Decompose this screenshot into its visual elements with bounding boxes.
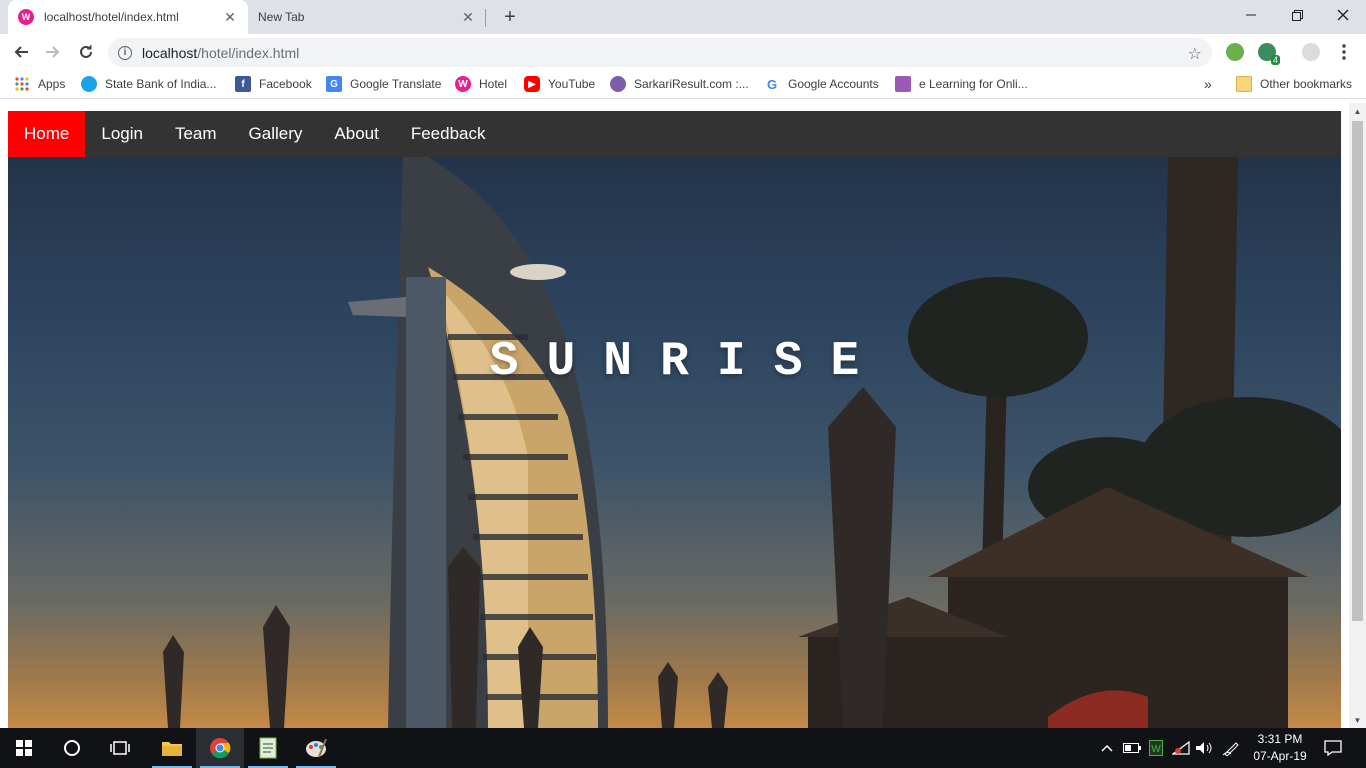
notepad-icon[interactable] xyxy=(244,728,292,768)
svg-text:W: W xyxy=(1151,744,1161,755)
other-bookmarks[interactable]: Other bookmarks xyxy=(1236,76,1352,92)
hero-background-image xyxy=(163,157,1341,728)
bookmark-label: Apps xyxy=(38,77,66,91)
bookmark-label: e Learning for Onli... xyxy=(919,77,1028,91)
page-viewport: Home Login Team Gallery About Feedback S… xyxy=(0,103,1366,728)
bookmark-label: Google Translate xyxy=(350,77,442,91)
restore-icon[interactable] xyxy=(1274,0,1320,30)
extension-badge-icon[interactable]: 4 xyxy=(1258,43,1280,65)
file-explorer-icon[interactable] xyxy=(148,728,196,768)
apps-grid-icon xyxy=(14,76,30,92)
chevron-up-icon[interactable] xyxy=(1098,728,1116,768)
extension-icon[interactable] xyxy=(1226,43,1244,61)
bookmarks-bar: Apps State Bank of India... f Facebook G… xyxy=(0,70,1366,99)
bookmark-apps[interactable]: Apps xyxy=(14,76,65,92)
tab-close-icon[interactable]: ✕ xyxy=(460,9,476,25)
bookmark-sbi[interactable]: State Bank of India... xyxy=(81,76,216,92)
menu-kebab-icon[interactable] xyxy=(1332,40,1356,64)
translate-icon: G xyxy=(326,76,342,92)
bookmark-label: Facebook xyxy=(259,77,312,91)
bookmark-label: Hotel xyxy=(479,77,508,91)
tab-title: localhost/hotel/index.html xyxy=(44,10,179,24)
url-text: localhost/hotel/index.html xyxy=(142,44,300,61)
tab-active[interactable]: W localhost/hotel/index.html ✕ xyxy=(8,0,248,34)
reload-icon[interactable] xyxy=(74,40,98,64)
browser-toolbar: i localhost/hotel/index.html ☆ 4 xyxy=(0,34,1366,70)
task-view-icon[interactable] xyxy=(96,728,144,768)
google-icon: G xyxy=(766,76,778,92)
bookmark-label: Other bookmarks xyxy=(1260,77,1353,91)
tab-title: New Tab xyxy=(258,10,305,24)
info-icon[interactable]: i xyxy=(118,45,132,60)
scroll-down-icon[interactable]: ▼ xyxy=(1349,712,1366,728)
wamp-tray-icon[interactable]: W xyxy=(1146,728,1166,768)
hero-title: SUNRISE xyxy=(489,335,888,389)
bookmark-label: SarkariResult.com :... xyxy=(634,77,749,91)
bookmark-google-accounts[interactable]: G Google Accounts xyxy=(764,76,879,92)
site-navbar: Home Login Team Gallery About Feedback xyxy=(8,111,1341,157)
bookmark-label: State Bank of India... xyxy=(105,77,217,91)
bookmark-label: Google Accounts xyxy=(788,77,879,91)
forward-arrow-icon[interactable] xyxy=(41,40,65,64)
taskbar-clock[interactable]: 3:31 PM 07-Apr-19 xyxy=(1240,731,1320,765)
bookmark-hotel[interactable]: W Hotel xyxy=(455,76,507,92)
windows-start-icon[interactable] xyxy=(0,728,48,768)
scroll-up-icon[interactable]: ▲ xyxy=(1349,103,1366,119)
pen-ink-icon[interactable] xyxy=(1220,728,1242,768)
tab-separator xyxy=(485,9,486,27)
close-window-icon[interactable] xyxy=(1320,0,1366,30)
tab-close-icon[interactable]: ✕ xyxy=(222,9,238,25)
elearning-icon xyxy=(895,76,911,92)
cortana-icon[interactable] xyxy=(48,728,96,768)
back-arrow-icon[interactable] xyxy=(9,40,33,64)
bookmark-youtube[interactable]: ▶ YouTube xyxy=(524,76,595,92)
sbi-icon xyxy=(81,76,97,92)
youtube-icon: ▶ xyxy=(524,76,540,92)
wamp-icon: W xyxy=(18,9,34,25)
wamp-icon: W xyxy=(455,76,471,92)
chrome-icon[interactable] xyxy=(196,728,244,768)
nav-gallery[interactable]: Gallery xyxy=(233,111,319,157)
bookmarks-overflow-button[interactable]: » xyxy=(1204,76,1212,92)
page-scrollbar[interactable]: ▲ ▼ xyxy=(1349,103,1366,728)
facebook-icon: f xyxy=(235,76,251,92)
nav-team[interactable]: Team xyxy=(159,111,233,157)
profile-avatar[interactable] xyxy=(1302,43,1320,61)
bookmark-star-icon[interactable]: ☆ xyxy=(1188,44,1202,64)
notifications-icon[interactable] xyxy=(1322,728,1344,768)
tab-new-tab[interactable]: New Tab ✕ xyxy=(248,0,486,34)
address-bar[interactable]: i localhost/hotel/index.html ☆ xyxy=(108,38,1212,67)
network-icon[interactable] xyxy=(1170,728,1192,768)
minimize-icon[interactable] xyxy=(1228,0,1274,30)
bookmark-elearning[interactable]: e Learning for Onli... xyxy=(895,76,1028,92)
bookmark-label: YouTube xyxy=(548,77,596,91)
hero-banner: SUNRISE xyxy=(8,157,1341,728)
scrollbar-thumb[interactable] xyxy=(1352,121,1363,621)
new-tab-button[interactable]: + xyxy=(498,5,522,29)
clock-date: 07-Apr-19 xyxy=(1253,749,1307,763)
bookmark-sarkariresult[interactable]: SarkariResult.com :... xyxy=(610,76,749,92)
bookmark-google-translate[interactable]: G Google Translate xyxy=(326,76,441,92)
folder-icon xyxy=(1236,76,1252,92)
globe-icon xyxy=(610,76,626,92)
nav-about[interactable]: About xyxy=(318,111,394,157)
paint-icon[interactable] xyxy=(292,728,340,768)
nav-login[interactable]: Login xyxy=(85,111,159,157)
volume-icon[interactable] xyxy=(1194,728,1214,768)
clock-time: 3:31 PM xyxy=(1257,732,1303,746)
nav-home[interactable]: Home xyxy=(8,111,86,157)
bookmark-facebook[interactable]: f Facebook xyxy=(235,76,312,92)
nav-feedback[interactable]: Feedback xyxy=(395,111,502,157)
tab-strip: W localhost/hotel/index.html ✕ New Tab ✕… xyxy=(0,0,1366,34)
windows-taskbar: W 3:31 PM 07-Apr-19 xyxy=(0,728,1366,768)
battery-icon[interactable] xyxy=(1122,728,1142,768)
